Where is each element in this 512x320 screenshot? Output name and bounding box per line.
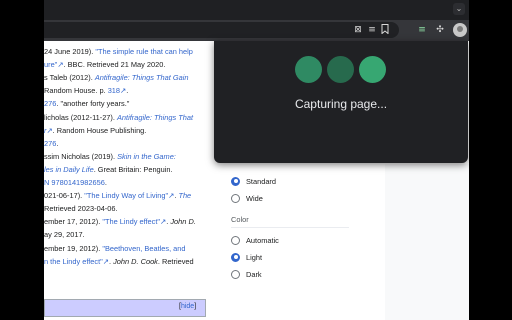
navbox-header: [hide]: [44, 299, 206, 317]
address-bar[interactable]: [44, 22, 399, 38]
reference-text: . Retrieved: [157, 256, 194, 266]
reference-link[interactable]: ure": [44, 60, 57, 69]
radio-standard[interactable]: [231, 176, 240, 186]
profile-avatar[interactable]: [453, 23, 467, 37]
reference-link[interactable]: 276: [44, 139, 56, 148]
reference-line: 24 June 2019). "The simple rule that can…: [44, 46, 193, 57]
reference-line: 021-06-17). "The Lindy Way of Living"↗. …: [44, 190, 191, 201]
width-option-wide[interactable]: Wide: [231, 192, 263, 204]
reference-text: Random House. p.: [44, 86, 108, 96]
bookmark-shape: [381, 24, 389, 35]
capturing-status-text: Capturing page...: [294, 97, 388, 111]
color-option-dark[interactable]: Dark: [231, 268, 262, 280]
reference-line: ay 29, 2017.: [44, 229, 85, 240]
color-option-light[interactable]: Light: [231, 251, 262, 263]
reference-link[interactable]: 276: [44, 99, 56, 108]
color-dark-label: Dark: [246, 269, 262, 279]
right-black-area: [469, 0, 512, 320]
color-option-automatic[interactable]: Automatic: [231, 234, 279, 246]
reading-list-icon[interactable]: ≡: [366, 24, 378, 36]
browser-toolbar: ⊠ ≡ ≡ ✣: [44, 20, 469, 41]
reference-line: n the Lindy effect"↗. John D. Cook. Retr…: [44, 256, 194, 267]
reference-link[interactable]: "Beethoven, Beatles, and: [102, 244, 185, 253]
reference-line: 276. "another forty years.": [44, 98, 129, 109]
bookmark-icon[interactable]: [379, 24, 391, 36]
width-option-standard[interactable]: Standard: [231, 175, 276, 187]
reference-line: les in Daily Life. Great Britain: Pengui…: [44, 164, 173, 175]
radio-light[interactable]: [231, 252, 240, 262]
reference-line: licholas (2012-11-27). Antifragile: Thin…: [44, 112, 193, 123]
reference-line: Retrieved 2023-04-06.: [44, 203, 118, 214]
reference-line: s Taleb (2012). Antifragile: Things That…: [44, 72, 188, 83]
reference-text: . "another forty years.": [56, 99, 130, 109]
extension-active-icon[interactable]: ≡: [416, 24, 428, 36]
reference-text: Retrieved 2023-04-06.: [44, 204, 118, 214]
color-light-label: Light: [246, 252, 263, 262]
reference-line: r↗. Random House Publishing.: [44, 125, 146, 136]
reference-text: ember 19, 2012).: [44, 243, 103, 253]
reference-link[interactable]: les in Daily Life: [44, 165, 94, 174]
reference-text: licholas (2012-11-27).: [44, 112, 117, 122]
browser-tabstrip: [44, 0, 469, 20]
reference-link[interactable]: "The Lindy effect": [102, 217, 160, 226]
extensions-puzzle-icon[interactable]: ✣: [434, 24, 446, 36]
reference-link[interactable]: "The Lindy Way of Living": [84, 191, 168, 200]
sidebar-gutter: [385, 164, 469, 320]
reference-text: 021-06-17).: [44, 191, 85, 201]
width-standard-label: Standard: [246, 176, 276, 186]
reference-link[interactable]: The: [178, 191, 191, 200]
reference-text: . BBC. Retrieved 21 May 2020.: [63, 60, 166, 70]
color-heading: Color: [231, 215, 249, 224]
radio-automatic[interactable]: [231, 235, 240, 245]
reference-line: ember 19, 2012). "Beethoven, Beatles, an…: [44, 243, 186, 254]
reference-line: Random House. p. 318↗.: [44, 85, 128, 96]
color-automatic-label: Automatic: [246, 235, 279, 245]
reference-link[interactable]: Skin in the Game:: [117, 152, 176, 161]
reference-line: 276.: [44, 138, 58, 149]
navbox-hide-link[interactable]: hide: [181, 303, 194, 310]
radio-dark[interactable]: [231, 269, 240, 279]
radio-wide[interactable]: [231, 193, 240, 203]
width-wide-label: Wide: [246, 193, 263, 203]
reference-link[interactable]: Antifragile: Things That Gain: [95, 73, 189, 82]
reference-text: . Great Britain: Penguin.: [93, 164, 173, 174]
reference-text: .: [104, 178, 107, 187]
reference-line: ember 17, 2012). "The Lindy effect"↗. Jo…: [44, 216, 196, 227]
reference-text: ssim Nicholas (2019).: [44, 151, 118, 161]
reference-text: ember 17, 2012).: [44, 217, 103, 227]
reference-text: s Taleb (2012).: [44, 73, 95, 83]
reference-link[interactable]: 318: [108, 86, 120, 95]
loading-dot-2: [327, 56, 354, 83]
reference-link[interactable]: n the Lindy effect": [44, 257, 103, 266]
navbox-hide-control: [hide]: [179, 303, 196, 310]
reference-line: ssim Nicholas (2019). Skin in the Game:: [44, 151, 176, 162]
reference-text: John D.: [170, 217, 196, 227]
reference-line: N 9780141982656.: [44, 177, 107, 188]
loading-dot-1: [295, 56, 322, 83]
left-black-area: [0, 0, 44, 320]
reference-text: ay 29, 2017.: [44, 230, 85, 240]
screen-capture-icon[interactable]: ⊠: [352, 24, 364, 36]
reference-text: . Random House Publishing.: [52, 125, 147, 135]
reference-text: John D. Cook: [113, 256, 158, 266]
reference-text: .: [56, 138, 59, 148]
bracket-close: ]: [194, 303, 197, 310]
reference-link[interactable]: Antifragile: Things That: [117, 113, 193, 122]
reference-link[interactable]: "The simple rule that can help: [95, 47, 193, 56]
reference-text: 24 June 2019).: [44, 47, 96, 56]
capture-popup: Capturing page...: [214, 41, 468, 163]
reference-line: ure"↗. BBC. Retrieved 21 May 2020.: [44, 59, 165, 70]
loading-dot-3: [359, 56, 386, 83]
reference-text: .: [126, 86, 129, 96]
reference-link[interactable]: N 9780141982656: [44, 178, 105, 187]
tab-search-button[interactable]: ⌄: [453, 3, 465, 15]
color-divider: [231, 227, 349, 228]
